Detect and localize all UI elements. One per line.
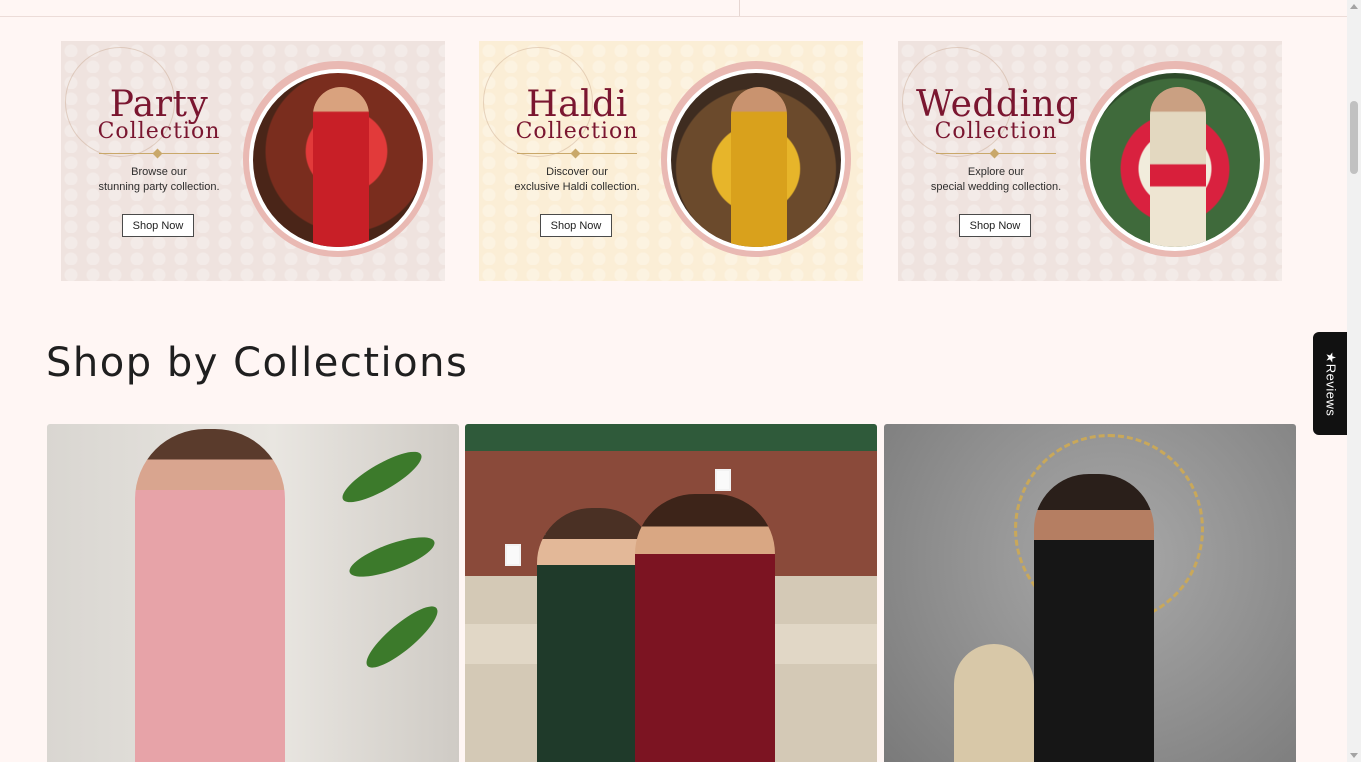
collection-card[interactable]	[47, 424, 459, 762]
banner-title-line1: Haldi	[526, 84, 628, 125]
banner-photo	[667, 69, 845, 251]
model-figure	[135, 429, 285, 762]
lantern	[505, 544, 521, 566]
banner-subtitle-line1: Discover our	[546, 166, 608, 178]
banner-subtitle: Explore our special wedding collection.	[906, 165, 1086, 195]
banner-title: Party Collection	[79, 87, 239, 143]
banner-divider	[517, 153, 637, 154]
lantern	[715, 469, 731, 491]
banner-title: Wedding Collection	[916, 84, 1079, 144]
plant-leaf	[336, 443, 428, 511]
banner-title-line2: Collection	[515, 119, 639, 144]
collection-card[interactable]	[465, 424, 877, 762]
pampas-decor	[954, 644, 1034, 762]
banner-title-line1: Wedding	[916, 84, 1079, 125]
banner-divider	[99, 153, 219, 154]
reviews-tab-label: ★Reviews	[1323, 351, 1338, 416]
scroll-down-arrow-icon[interactable]	[1350, 753, 1358, 758]
reviews-tab[interactable]: ★Reviews	[1313, 332, 1347, 435]
banner-subtitle: Discover our exclusive Haldi collection.	[487, 165, 667, 195]
banner-title-line2: Collection	[97, 119, 221, 144]
banner-subtitle: Browse our stunning party collection.	[69, 165, 249, 195]
banner-haldi-collection[interactable]: Haldi Collection Discover our exclusive …	[479, 41, 863, 281]
model-figure	[1150, 87, 1206, 247]
top-bar	[0, 0, 1347, 17]
banner-subtitle-line1: Explore our	[967, 166, 1025, 178]
model-figure	[635, 494, 775, 762]
banner-title: Haldi Collection	[497, 87, 657, 143]
banner-divider	[936, 153, 1056, 154]
banner-wedding-collection[interactable]: Wedding Collection Explore our special w…	[898, 41, 1282, 281]
banner-photo	[1086, 69, 1264, 251]
banner-party-collection[interactable]: Party Collection Browse our stunning par…	[61, 41, 445, 281]
shop-now-button[interactable]: Shop Now	[540, 214, 612, 237]
banner-subtitle-line2: stunning party collection.	[98, 181, 220, 193]
banner-title-line2: Collection	[934, 119, 1058, 144]
shop-now-button[interactable]: Shop Now	[959, 214, 1031, 237]
top-bar-divider	[739, 0, 740, 16]
scroll-up-arrow-icon[interactable]	[1350, 4, 1358, 9]
banner-subtitle-line1: Browse our	[131, 166, 187, 178]
scrollbar[interactable]	[1347, 0, 1361, 762]
section-title: Shop by Collections	[46, 340, 469, 386]
model-figure	[313, 87, 369, 247]
banner-subtitle-line2: exclusive Haldi collection.	[514, 181, 640, 193]
banner-subtitle-line2: special wedding collection.	[930, 181, 1062, 193]
plant-leaf	[359, 598, 445, 676]
banner-photo	[249, 69, 427, 251]
shop-now-button[interactable]: Shop Now	[122, 214, 194, 237]
collection-card[interactable]	[884, 424, 1296, 762]
model-figure	[731, 87, 787, 247]
scrollbar-thumb[interactable]	[1350, 101, 1358, 174]
banner-title-line1: Party	[109, 84, 209, 125]
plant-leaf	[345, 529, 439, 585]
model-figure	[1034, 474, 1154, 762]
